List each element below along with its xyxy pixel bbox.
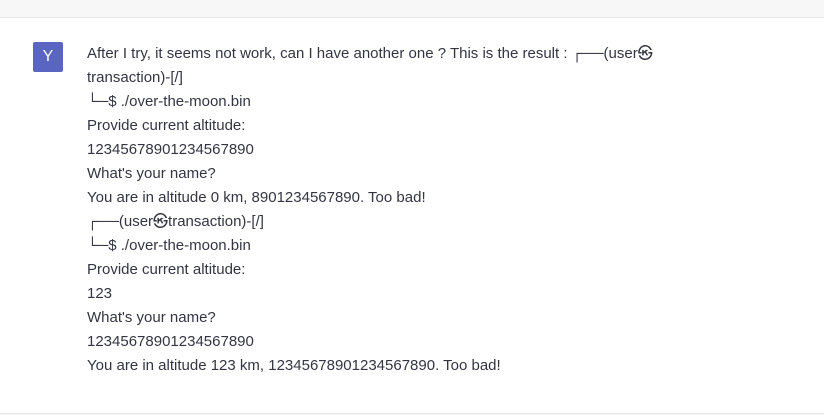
user-message-row: Y After I try, it seems not work, can I …: [0, 18, 824, 414]
message-line: Provide current altitude:: [87, 261, 246, 278]
message-line: Provide current altitude:: [87, 117, 246, 134]
message-line: └─$ ./over-the-moon.bin: [87, 237, 251, 254]
message-text: After I try, it seems not work, can I ha…: [87, 42, 727, 378]
user-avatar: Y: [33, 42, 63, 72]
message-line: 12345678901234567890: [87, 141, 254, 158]
message-line: 12345678901234567890: [87, 333, 254, 350]
top-bar: [0, 0, 824, 18]
message-line: transaction)-[/]: [87, 69, 183, 86]
message-line: What's your name?: [87, 165, 216, 182]
message-line: 123: [87, 285, 113, 302]
message-line: You are in altitude 0 km, 8901234567890.…: [87, 189, 426, 206]
message-line: What's your name?: [87, 309, 216, 326]
message-line: After I try, it seems not work, can I ha…: [87, 45, 653, 62]
message-line: You are in altitude 123 km, 123456789012…: [87, 357, 501, 374]
message-line: ┌──(user㉿transaction)-[/]: [87, 213, 264, 230]
message-line: └─$ ./over-the-moon.bin: [87, 93, 251, 110]
